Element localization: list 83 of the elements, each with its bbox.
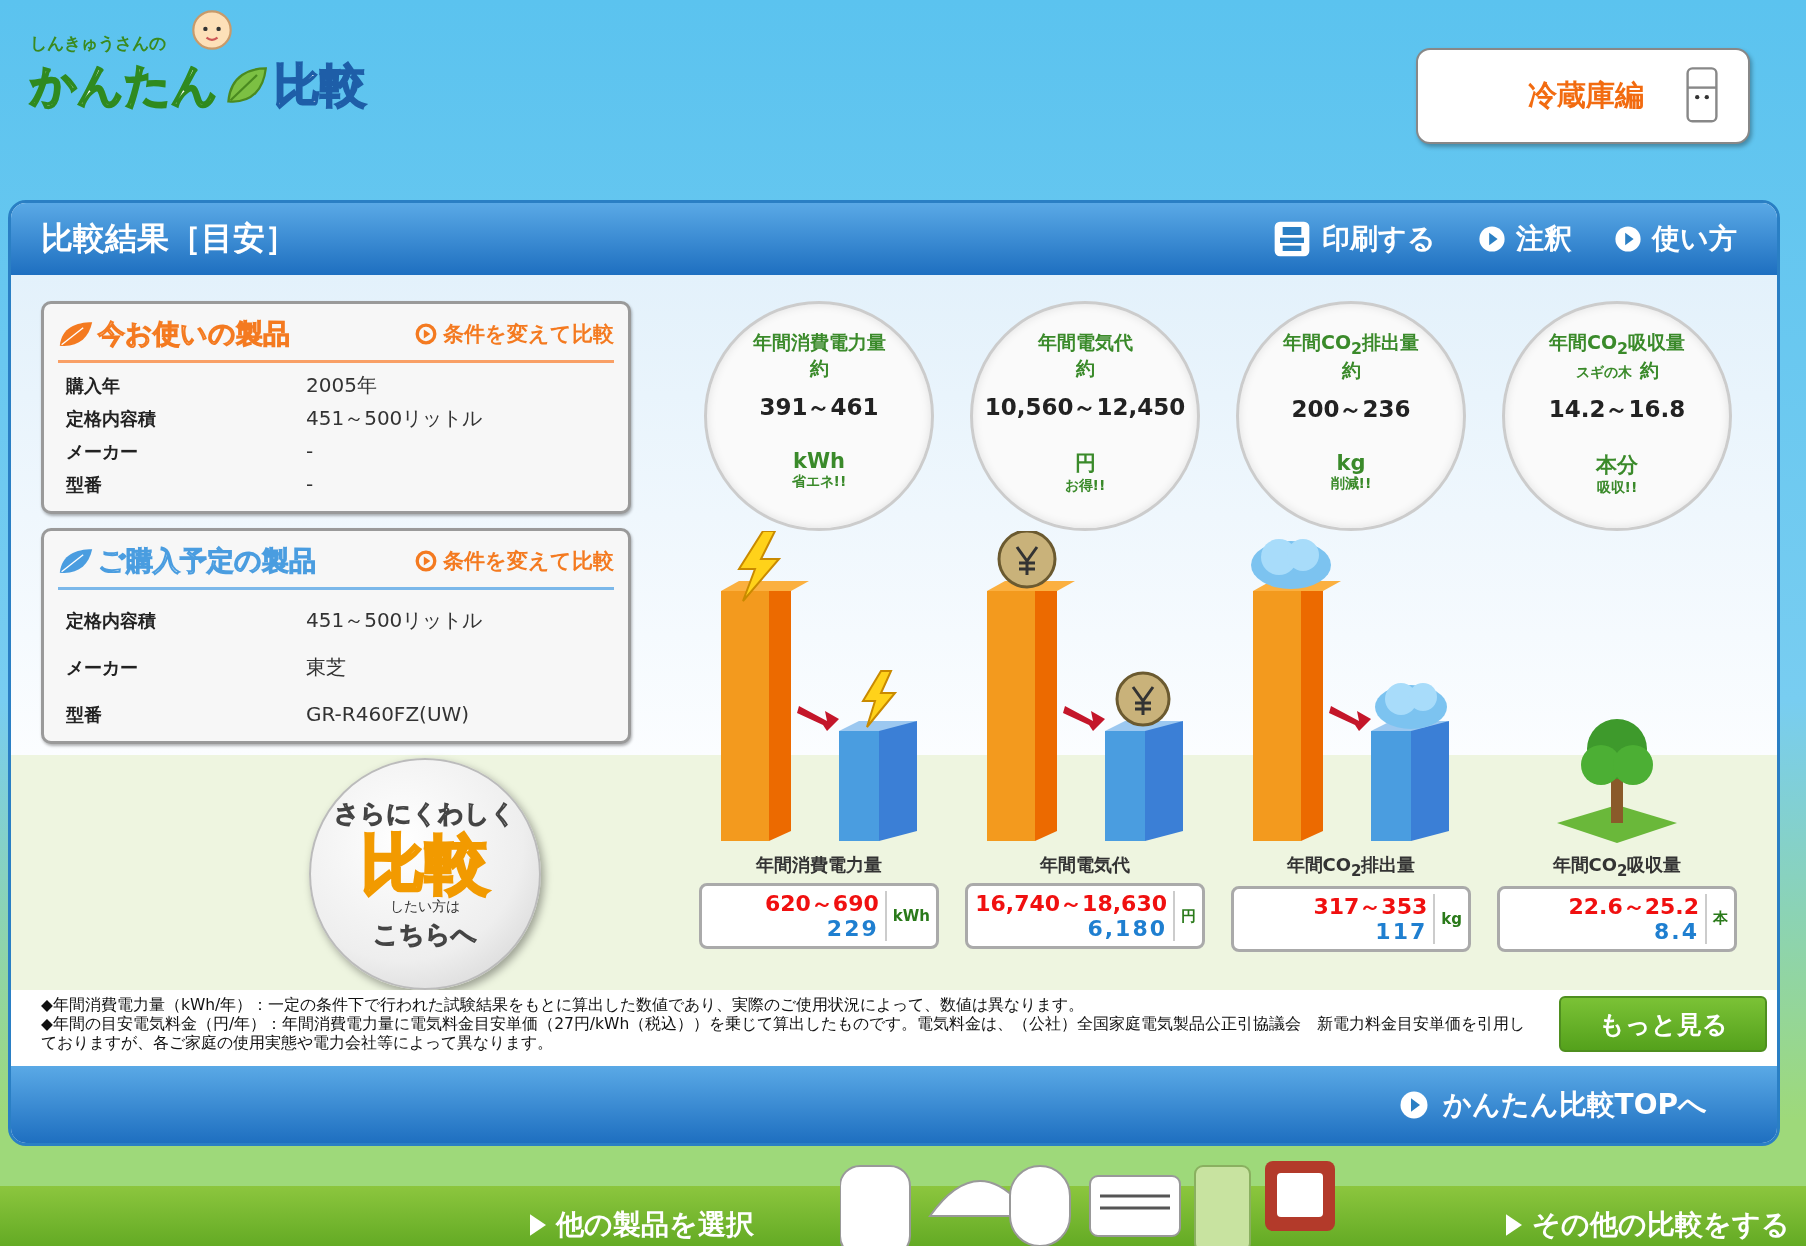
savings-note: 吸収!! xyxy=(1596,478,1638,497)
card-title: ご購入予定の製品 xyxy=(98,544,317,578)
planned-value: 229 xyxy=(826,916,879,941)
current-value: 317～353 xyxy=(1313,893,1428,919)
field-label: メーカー xyxy=(66,440,139,464)
baby-mascot-icon xyxy=(190,8,234,52)
play-circle-icon xyxy=(415,323,437,345)
bar-label: 年間CO$_{2}$排出量 xyxy=(1286,853,1416,880)
more-button[interactable]: もっと見る xyxy=(1559,996,1767,1052)
savings-note: 削減!! xyxy=(1330,474,1372,493)
footnote: ◆年間の目安電気料金（円/年）：年間消費電力量に電気料金目安単価（27円/kWh（税込））を乗じて算出したものです。電気料金は、（公社）全国家庭電気製品公正引協議会 新電力料金目安単価を引用しておりますが、各ご家庭の使用実態や電力会社等によって異なります。 xyxy=(41,1015,1527,1053)
field-label: 定格内容積 xyxy=(66,407,157,431)
current-value: 16,740～18,630 xyxy=(975,891,1167,916)
change-conditions-link[interactable]: 条件を変えて比較 xyxy=(415,547,614,575)
current-value: 22.6～25.2 xyxy=(1568,893,1699,919)
approx-label: 約 xyxy=(1639,357,1659,383)
value-unit: 円 xyxy=(1181,906,1196,926)
metric-title: 年間CO$_{2}$吸収量 xyxy=(1548,330,1686,358)
panel-title: 比較結果［目安］ xyxy=(41,218,297,259)
savings-unit: kWh xyxy=(792,449,846,473)
site-logo[interactable]: しんきゅうさんの かんたん 比較 xyxy=(30,8,366,117)
value-unit: kg xyxy=(1441,909,1462,928)
approx-label: 約 xyxy=(1341,357,1361,383)
approx-label: 約 xyxy=(1075,356,1095,381)
leaf-icon xyxy=(58,320,94,348)
savings-value: 391～461 xyxy=(759,393,879,422)
play-circle-icon xyxy=(415,550,437,572)
savings-value: 14.2～16.8 xyxy=(1548,394,1686,424)
field-label: メーカー xyxy=(66,656,139,680)
play-circle-icon xyxy=(1478,225,1506,253)
field-value: 東芝 xyxy=(306,654,346,681)
leaf-icon xyxy=(58,547,94,575)
footnote: ◆年間消費電力量（kWh/年）：一定の条件下で行われた試験結果をもとに算出した数値であり、実際のご使用状況によって、数値は異なります。 xyxy=(41,996,1086,1015)
field-value: - xyxy=(306,471,314,498)
current-value: 620～690 xyxy=(764,891,879,916)
planned-value: 8.4 xyxy=(1654,918,1699,944)
bar-label: 年間電気代 xyxy=(1040,853,1130,877)
bar-label: 年間消費電力量 xyxy=(756,853,882,877)
logo-title-suffix: 比較 xyxy=(274,57,366,114)
metric-title: 年間電気代 xyxy=(1037,330,1133,355)
metric-qualifier: スギの木 xyxy=(1575,363,1632,382)
metric-title: 年間消費電力量 xyxy=(752,330,886,355)
planned-value: 117 xyxy=(1375,918,1428,944)
tree-icon xyxy=(1557,719,1677,845)
logo-title: かんたん xyxy=(30,57,218,114)
savings-unit: 本分 xyxy=(1596,451,1638,479)
field-label: 型番 xyxy=(66,473,103,497)
header-link[interactable]: 印刷する xyxy=(1272,219,1436,259)
printer-icon xyxy=(1272,219,1312,259)
savings-note: お得!! xyxy=(1064,477,1106,495)
card-title: 今お使いの製品 xyxy=(98,317,291,351)
play-circle-icon xyxy=(1398,1089,1429,1120)
bar-label: 年間CO$_{2}$吸収量 xyxy=(1552,853,1682,880)
field-value: GR-R460FZ(UW) xyxy=(306,701,470,728)
top-link[interactable]: かんたん比較TOPへ xyxy=(1398,1085,1707,1124)
metric-title: 年間CO$_{2}$排出量 xyxy=(1282,330,1420,358)
play-circle-icon xyxy=(1614,225,1642,253)
savings-value: 200～236 xyxy=(1291,394,1411,424)
field-label: 購入年 xyxy=(66,374,121,398)
savings-unit: 円 xyxy=(1074,450,1096,477)
change-conditions-link[interactable]: 条件を変えて比較 xyxy=(415,320,614,348)
category-button[interactable]: 冷蔵庫編 xyxy=(1416,48,1750,144)
field-value: 451～500リットル xyxy=(306,607,483,634)
savings-note: 省エネ!! xyxy=(791,473,847,491)
planned-value: 6,180 xyxy=(1087,916,1167,941)
triangle-icon xyxy=(1506,1214,1522,1236)
other-comparison-link[interactable]: その他の比較をする xyxy=(1506,1206,1790,1246)
value-unit: 本 xyxy=(1713,909,1728,929)
savings-unit: kg xyxy=(1336,450,1366,475)
field-label: 定格内容積 xyxy=(66,609,157,633)
select-product-link[interactable]: 他の製品を選択 xyxy=(530,1206,754,1246)
savings-value: 10,560～12,450 xyxy=(984,393,1186,422)
value-unit: kWh xyxy=(892,907,930,925)
header-link[interactable]: 注釈 xyxy=(1478,219,1572,259)
field-value: 451～500リットル xyxy=(306,405,483,432)
triangle-icon xyxy=(530,1214,546,1236)
approx-label: 約 xyxy=(809,356,829,381)
header-link[interactable]: 使い方 xyxy=(1614,219,1737,259)
field-value: 2005年 xyxy=(306,372,377,399)
detail-compare-button[interactable]: さらにくわしく 比較 したい方は こちらへ xyxy=(309,758,541,990)
field-label: 型番 xyxy=(66,703,103,727)
field-value: - xyxy=(306,438,314,465)
logo-tagline: しんきゅうさんの xyxy=(30,32,167,55)
